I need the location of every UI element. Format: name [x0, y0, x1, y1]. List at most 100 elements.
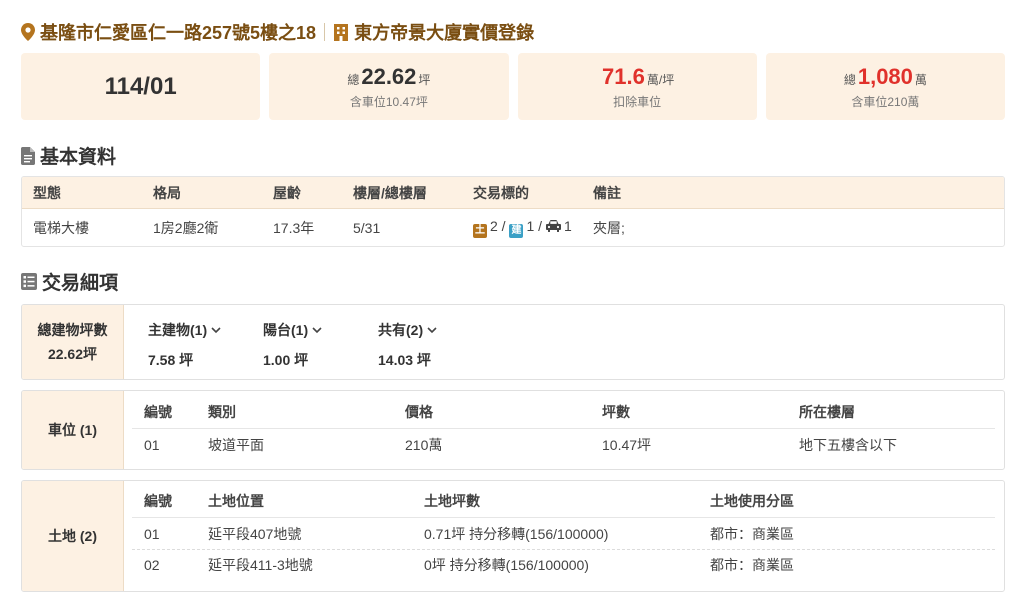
- area-prefix: 總: [347, 72, 360, 87]
- building-icon: [334, 23, 349, 41]
- col-type: 型態: [33, 184, 61, 201]
- chevron-down-icon: [427, 326, 437, 333]
- area-item-common[interactable]: 共有(2) 14.03 坪: [378, 320, 468, 370]
- land-zoning: 都市：商業區: [710, 525, 794, 542]
- chevron-down-icon: [211, 326, 221, 333]
- land-location: 延平段407地號: [208, 525, 302, 542]
- col-layout: 格局: [153, 184, 181, 201]
- map-pin-icon: [21, 23, 35, 41]
- total-unit: 萬: [914, 72, 927, 87]
- document-icon: [21, 146, 35, 165]
- parking-box: 車位 (1) 編號 類別 價格 坪數 所在樓層 01 坡道平面 210萬 10.…: [21, 390, 1005, 470]
- car-icon: [545, 220, 561, 232]
- target-building-count: 1 /: [526, 218, 543, 234]
- basic-info-heading: 基本資料: [21, 142, 116, 169]
- col-zoning: 土地使用分區: [710, 493, 794, 509]
- parking-area: 10.47坪: [602, 436, 652, 453]
- building-type: 電梯大樓: [33, 220, 89, 236]
- stat-date: 114/01: [21, 53, 261, 120]
- land-label-cell: 土地 (2): [22, 481, 124, 591]
- parking-price: 210萬: [405, 436, 443, 453]
- land-header-row: 編號 土地位置 土地坪數 土地使用分區: [132, 481, 995, 518]
- unit-price-value: 71.6: [602, 63, 645, 89]
- parking-label: 車位 (1): [48, 422, 97, 438]
- chevron-down-icon: [312, 326, 322, 333]
- parking-level: 地下五樓含以下: [799, 436, 897, 453]
- land-no: 02: [144, 557, 160, 573]
- land-box: 土地 (2) 編號 土地位置 土地坪數 土地使用分區 01 延平段407地號 0…: [21, 480, 1005, 592]
- header-divider: [324, 23, 326, 41]
- parking-label-cell: 車位 (1): [22, 391, 124, 469]
- unit-price-sub: 扣除車位: [613, 94, 662, 109]
- total-area-value: 22.62坪: [47, 346, 98, 362]
- col-area: 坪數: [602, 403, 630, 420]
- col-no: 編號: [144, 403, 172, 420]
- col-note: 備註: [593, 184, 621, 201]
- page: 基隆市仁愛區仁一路257號5樓之18 東方帝景大廈實價登錄 114/01 總 2…: [0, 0, 1025, 607]
- land-area: 0坪 持分移轉(156/100000): [424, 557, 589, 573]
- area-item-value: 14.03 坪: [378, 352, 431, 368]
- total-price-sub: 含車位210萬: [851, 94, 920, 109]
- land-tag-icon: 土: [473, 224, 487, 238]
- area-line: 總 22.62 坪: [347, 64, 430, 90]
- col-no: 編號: [144, 493, 172, 509]
- table-row: 02 延平段411-3地號 0坪 持分移轉(156/100000) 都市：商業區: [132, 549, 995, 580]
- parking-table: 編號 類別 價格 坪數 所在樓層 01 坡道平面 210萬 10.47坪 地下五…: [124, 391, 1004, 469]
- area-item-label: 共有(2): [378, 322, 424, 338]
- parking-no: 01: [144, 436, 160, 453]
- basic-info-data-row: 電梯大樓 1房2廳2衛 17.3年 5/31 土2 / 建1 / 1 夾層;: [22, 209, 1004, 246]
- unit-price-line: 71.6 萬/坪: [600, 64, 674, 90]
- stat-unit-price: 71.6 萬/坪 扣除車位: [517, 53, 757, 120]
- land-area: 0.71坪 持分移轉(156/100000): [424, 525, 609, 542]
- basic-info-header-row: 型態 格局 屋齡 樓層/總樓層 交易標的 備註: [22, 177, 1004, 209]
- target-land-count: 2 /: [490, 218, 506, 234]
- total-price-line: 總 1,080 萬: [844, 64, 927, 90]
- area-items: 主建物(1) 7.58 坪 陽台(1) 1.00 坪 共有(2) 14.03 坪: [124, 305, 468, 379]
- detail-title: 交易細項: [42, 273, 119, 294]
- address-title: 基隆市仁愛區仁一路257號5樓之18: [40, 23, 317, 43]
- area-value: 22.62: [361, 63, 417, 89]
- unit-price-unit: 萬/坪: [646, 72, 675, 87]
- area-item-main[interactable]: 主建物(1) 7.58 坪: [148, 320, 238, 370]
- building-age: 17.3年: [273, 220, 315, 236]
- table-row: 01 延平段407地號 0.71坪 持分移轉(156/100000) 都市：商業…: [132, 518, 995, 549]
- area-item-value: 7.58 坪: [148, 352, 194, 368]
- remark: 夾層;: [593, 220, 625, 236]
- area-item-label: 主建物(1): [148, 322, 208, 338]
- land-zoning: 都市：商業區: [710, 557, 794, 573]
- building-tag-icon: 建: [509, 224, 524, 238]
- basic-info-title: 基本資料: [40, 147, 117, 168]
- floor-info: 5/31: [353, 220, 381, 236]
- total-area-cell: 總建物坪數 22.62坪: [22, 305, 124, 379]
- room-layout: 1房2廳2衛: [153, 220, 219, 236]
- col-price: 價格: [405, 403, 433, 420]
- area-item-balcony[interactable]: 陽台(1) 1.00 坪: [263, 320, 353, 370]
- stat-total-price: 總 1,080 萬 含車位210萬: [765, 53, 1005, 120]
- basic-info-table: 型態 格局 屋齡 樓層/總樓層 交易標的 備註 電梯大樓 1房2廳2衛 17.3…: [21, 176, 1005, 247]
- transaction-date: 114/01: [104, 72, 177, 100]
- list-icon: [21, 273, 37, 290]
- parking-category: 坡道平面: [208, 436, 264, 453]
- page-header: 基隆市仁愛區仁一路257號5樓之18 東方帝景大廈實價登錄: [21, 20, 534, 44]
- building-title: 東方帝景大廈實價登錄: [354, 23, 535, 43]
- col-level: 所在樓層: [799, 403, 855, 420]
- area-sub: 含車位10.47坪: [349, 94, 428, 109]
- total-price-value: 1,080: [857, 63, 913, 89]
- col-target: 交易標的: [473, 184, 529, 201]
- area-unit: 坪: [418, 72, 431, 87]
- detail-heading: 交易細項: [21, 268, 118, 295]
- col-land-area: 土地坪數: [424, 493, 480, 509]
- parking-header-row: 編號 類別 價格 坪數 所在樓層: [132, 391, 995, 429]
- area-item-label: 陽台(1): [263, 322, 309, 338]
- stat-area: 總 22.62 坪 含車位10.47坪: [269, 53, 509, 120]
- land-table: 編號 土地位置 土地坪數 土地使用分區 01 延平段407地號 0.71坪 持分…: [124, 481, 1004, 591]
- col-floor: 樓層/總樓層: [353, 184, 427, 201]
- col-age: 屋齡: [273, 184, 301, 201]
- target-car-count: 1: [563, 218, 572, 234]
- total-prefix: 總: [843, 72, 856, 87]
- land-label: 土地 (2): [48, 528, 97, 544]
- table-row: 01 坡道平面 210萬 10.47坪 地下五樓含以下: [132, 429, 995, 460]
- area-item-value: 1.00 坪: [263, 352, 309, 368]
- land-location: 延平段411-3地號: [208, 557, 313, 573]
- stats-row: 114/01 總 22.62 坪 含車位10.47坪 71.6 萬/坪 扣除車位…: [21, 53, 1005, 120]
